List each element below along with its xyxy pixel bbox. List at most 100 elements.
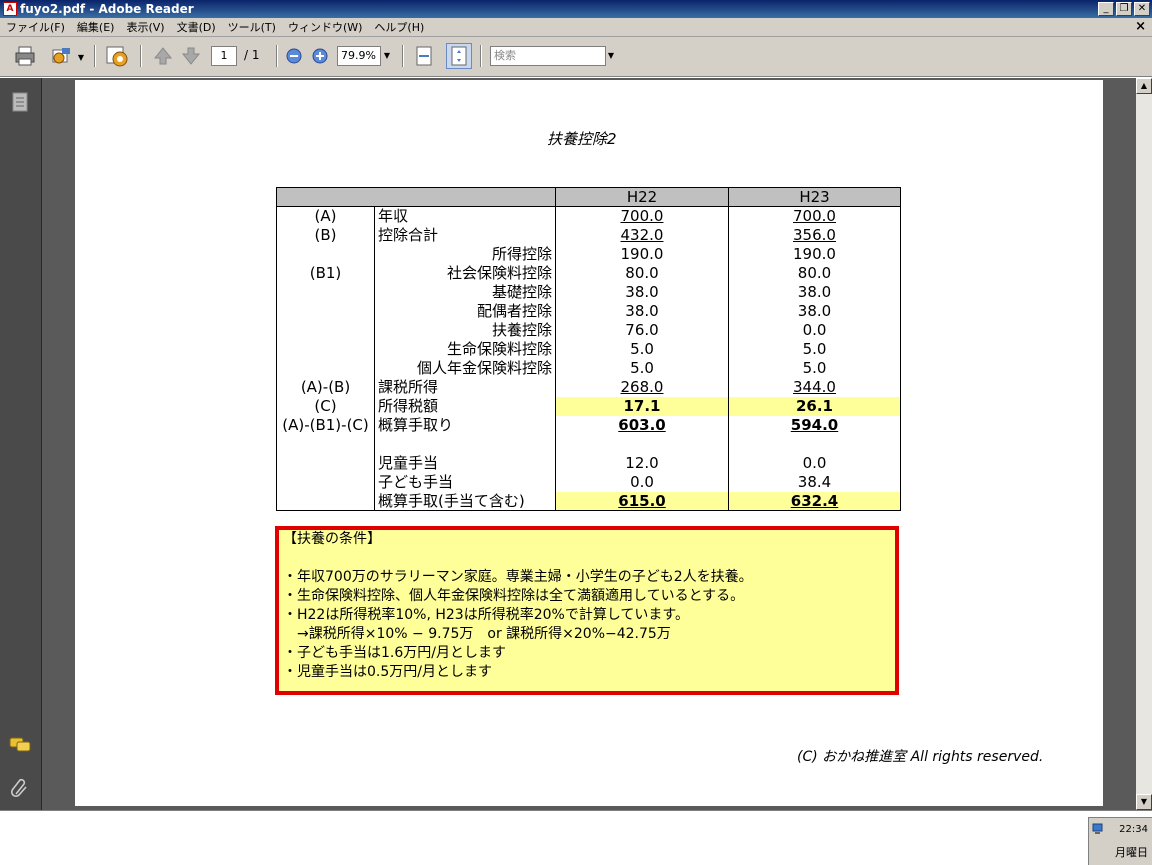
document-area[interactable]: 扶養控除2 H22 H23 (A) 年収 700.0 700.0 (B) 控除合… bbox=[42, 78, 1136, 810]
row-code bbox=[276, 320, 375, 340]
row-label: 基礎控除 bbox=[374, 282, 556, 302]
menu-window[interactable]: ウィンドウ(W) bbox=[282, 19, 368, 35]
row-h23: 0.0 bbox=[802, 321, 827, 339]
table-row: 生命保険料控除 5.0 5.0 bbox=[276, 339, 901, 359]
zoom-dropdown-icon[interactable]: ▼ bbox=[382, 46, 392, 66]
table-row: 概算手取(手当て含む) 615.0 632.4 bbox=[276, 491, 901, 511]
vertical-scrollbar[interactable]: ▲ ▼ bbox=[1136, 78, 1152, 810]
table-header-blank bbox=[276, 187, 556, 207]
row-code: (B1) bbox=[276, 263, 375, 283]
row-h22: 5.0 bbox=[555, 339, 729, 359]
row-h23: 356.0 bbox=[793, 226, 836, 244]
page-number-input[interactable]: 1 bbox=[211, 46, 237, 66]
title-bar: A fuyo2.pdf - Adobe Reader _ ❐ ✕ bbox=[0, 0, 1152, 18]
table-header-row: H22 H23 bbox=[276, 187, 901, 207]
menu-tools[interactable]: ツール(T) bbox=[222, 19, 282, 35]
close-button[interactable]: ✕ bbox=[1134, 2, 1150, 16]
row-h23: 5.0 bbox=[802, 340, 827, 358]
conditions-line: ・児童手当は0.5万円/月とします bbox=[283, 664, 492, 680]
conditions-line: ・H22は所得税率10%, H23は所得税率20%で計算しています。 bbox=[283, 607, 689, 623]
toolbar: ▼ 1 / 1 79.9% ▼ 検索 ▼ bbox=[0, 37, 1152, 77]
attachments-icon[interactable] bbox=[8, 776, 32, 800]
row-label bbox=[374, 434, 556, 454]
zoom-in-icon[interactable] bbox=[311, 47, 329, 65]
restore-button[interactable]: ❐ bbox=[1116, 2, 1132, 16]
table-row: (A)-(B) 課税所得 268.0 344.0 bbox=[276, 377, 901, 397]
row-h23: 0.0 bbox=[802, 454, 827, 472]
zoom-out-icon[interactable] bbox=[285, 47, 303, 65]
previous-page-icon[interactable] bbox=[150, 43, 176, 69]
table-row: 児童手当 12.0 0.0 bbox=[276, 453, 901, 473]
row-label: 年収 bbox=[374, 206, 556, 226]
menu-bar: ファイル(F) 編集(E) 表示(V) 文書(D) ツール(T) ウィンドウ(W… bbox=[0, 18, 1152, 37]
row-h22: 700.0 bbox=[555, 206, 729, 226]
conditions-spacer bbox=[283, 549, 891, 568]
row-code bbox=[276, 244, 375, 264]
row-h23: 38.0 bbox=[797, 302, 832, 320]
pdf-app-icon[interactable]: A bbox=[3, 2, 17, 16]
clock-time[interactable]: 22:34 bbox=[1119, 824, 1148, 835]
table-row: (B) 控除合計 432.0 356.0 bbox=[276, 225, 901, 245]
menu-file[interactable]: ファイル(F) bbox=[0, 19, 71, 35]
search-input[interactable]: 検索 bbox=[490, 46, 606, 66]
pages-icon[interactable] bbox=[8, 90, 32, 114]
row-h23: 632.4 bbox=[728, 491, 901, 511]
row-code bbox=[276, 472, 375, 492]
table-row: (A) 年収 700.0 700.0 bbox=[276, 206, 901, 226]
clock-day: 月曜日 bbox=[1115, 846, 1148, 859]
row-code bbox=[276, 282, 375, 302]
row-h22: 432.0 bbox=[555, 225, 729, 245]
copyright-text: (C) おかね推進室 All rights reserved. bbox=[797, 749, 1044, 765]
row-label: 子ども手当 bbox=[374, 472, 556, 492]
row-code: (C) bbox=[276, 396, 375, 416]
row-code bbox=[276, 301, 375, 321]
table-header-h22: H22 bbox=[555, 187, 729, 207]
print-icon[interactable] bbox=[12, 43, 38, 69]
network-icon[interactable] bbox=[1091, 822, 1105, 836]
row-h22: 615.0 bbox=[555, 491, 729, 511]
row-h23: 5.0 bbox=[802, 359, 827, 377]
fit-page-icon[interactable] bbox=[446, 43, 472, 69]
row-label: 控除合計 bbox=[374, 225, 556, 245]
row-h22: 80.0 bbox=[555, 263, 729, 283]
menu-help[interactable]: ヘルプ(H) bbox=[368, 19, 430, 35]
row-code bbox=[276, 453, 375, 473]
next-page-icon[interactable] bbox=[178, 43, 204, 69]
conditions-box: 【扶養の条件】 ・年収700万のサラリーマン家庭。専業主婦・小学生の子ども2人を… bbox=[275, 526, 899, 695]
document-close-icon[interactable]: × bbox=[1135, 19, 1146, 34]
scroll-down-icon[interactable]: ▼ bbox=[1136, 794, 1152, 810]
row-label: 概算手取り bbox=[374, 415, 556, 435]
table-row: 基礎控除 38.0 38.0 bbox=[276, 282, 901, 302]
row-h22: 12.0 bbox=[555, 453, 729, 473]
chevron-down-icon[interactable]: ▼ bbox=[76, 51, 86, 63]
window-title: fuyo2.pdf - Adobe Reader bbox=[20, 2, 194, 16]
row-code bbox=[276, 434, 375, 454]
search-dropdown-icon[interactable]: ▼ bbox=[606, 46, 616, 66]
row-h23 bbox=[729, 435, 901, 454]
row-code bbox=[276, 339, 375, 359]
conditions-line: ・子ども手当は1.6万円/月とします bbox=[283, 645, 506, 661]
row-code: (A)-(B1)-(C) bbox=[276, 415, 375, 435]
organizer-icon[interactable] bbox=[104, 43, 130, 69]
menu-view[interactable]: 表示(V) bbox=[120, 19, 170, 35]
zoom-level-input[interactable]: 79.9% bbox=[337, 46, 381, 66]
row-h22 bbox=[555, 434, 729, 454]
conditions-line: ・生命保険料控除、個人年金保険料控除は全て満額適用しているとする。 bbox=[283, 588, 745, 604]
row-h23: 344.0 bbox=[793, 378, 836, 396]
row-h22: 268.0 bbox=[555, 377, 729, 397]
scroll-up-icon[interactable]: ▲ bbox=[1136, 78, 1152, 94]
row-label: 配偶者控除 bbox=[374, 301, 556, 321]
row-h23: 38.4 bbox=[797, 473, 832, 491]
table-row: 配偶者控除 38.0 38.0 bbox=[276, 301, 901, 321]
fit-width-icon[interactable] bbox=[411, 43, 437, 69]
menu-document[interactable]: 文書(D) bbox=[171, 19, 222, 35]
row-h23: 80.0 bbox=[797, 264, 832, 282]
comments-icon[interactable] bbox=[8, 733, 32, 757]
row-h23: 190.0 bbox=[793, 245, 836, 263]
menu-edit[interactable]: 編集(E) bbox=[71, 19, 121, 35]
row-h22: 38.0 bbox=[555, 301, 729, 321]
page-title: 扶養控除2 bbox=[547, 130, 617, 148]
minimize-button[interactable]: _ bbox=[1098, 2, 1114, 16]
row-h22: 5.0 bbox=[555, 358, 729, 378]
attach-email-icon[interactable] bbox=[48, 43, 74, 69]
